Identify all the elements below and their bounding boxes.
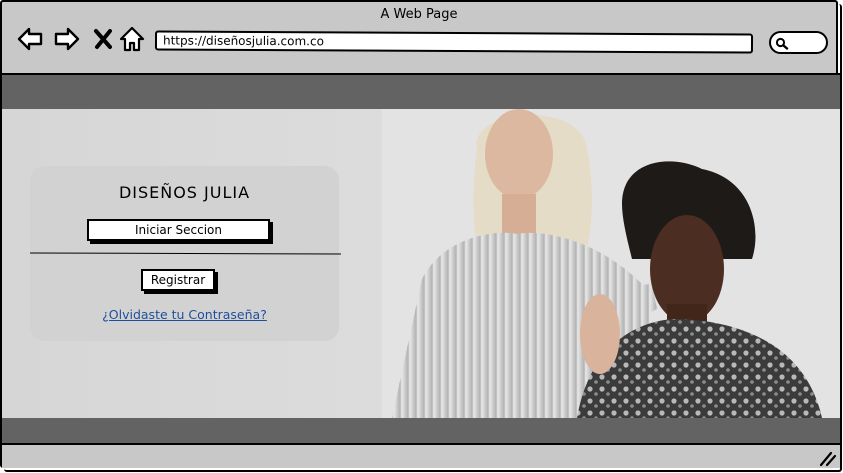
forward-arrow-icon[interactable] bbox=[53, 25, 81, 53]
back-arrow-icon[interactable] bbox=[16, 25, 44, 53]
card-divider bbox=[29, 252, 342, 255]
hero-section: DISEÑOS JULIA Iniciar Seccion Registrar … bbox=[2, 109, 840, 418]
status-bar bbox=[2, 445, 840, 468]
close-icon[interactable] bbox=[90, 25, 118, 53]
home-icon[interactable] bbox=[118, 25, 146, 53]
two-models-photo bbox=[382, 109, 840, 418]
login-button[interactable]: Iniciar Seccion bbox=[87, 219, 270, 241]
search-field[interactable] bbox=[769, 31, 828, 54]
address-bar[interactable]: https://diseñosjulia.com.co bbox=[154, 30, 754, 54]
bottom-banner-band bbox=[2, 418, 840, 445]
window-title: A Web Page bbox=[380, 7, 458, 22]
browser-window: A Web Page https://diseñosjulia.com.co D… bbox=[0, 0, 840, 468]
resize-grip-icon[interactable] bbox=[817, 449, 837, 467]
search-icon bbox=[775, 37, 789, 50]
register-button[interactable]: Registrar bbox=[141, 269, 215, 291]
brand-title: DISEÑOS JULIA bbox=[118, 183, 251, 202]
forgot-password-link[interactable]: ¿Olvidaste tu Contraseña? bbox=[30, 307, 339, 322]
top-banner-band bbox=[2, 75, 840, 109]
login-card: DISEÑOS JULIA Iniciar Seccion Registrar … bbox=[29, 166, 342, 341]
